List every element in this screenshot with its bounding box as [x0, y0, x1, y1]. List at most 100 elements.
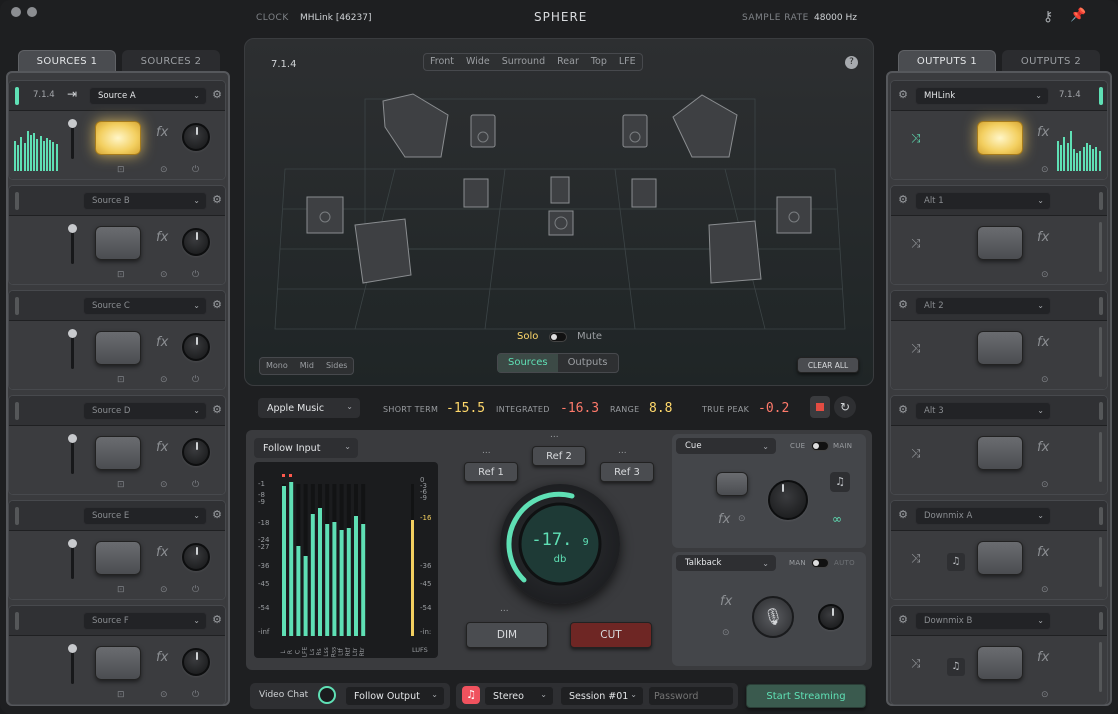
- record-button[interactable]: [810, 396, 830, 418]
- output-volume-slider[interactable]: [1099, 432, 1102, 482]
- power-icon[interactable]: ⏻: [192, 375, 199, 385]
- password-field[interactable]: [648, 686, 734, 706]
- power-icon[interactable]: ⏻: [192, 270, 199, 280]
- source-gain-knob[interactable]: [182, 123, 210, 151]
- clock-value[interactable]: MHLink [46237]: [300, 13, 371, 23]
- source-select[interactable]: Source B ⌄: [83, 192, 207, 210]
- power-icon[interactable]: ⏻: [192, 480, 199, 490]
- man-auto-toggle[interactable]: [811, 558, 829, 568]
- crossfade-icon[interactable]: ⤨: [911, 341, 921, 356]
- output-active-indicator[interactable]: [1099, 402, 1103, 420]
- lock-icon[interactable]: ⊡: [117, 165, 125, 175]
- output-fx-label[interactable]: fx: [1037, 125, 1049, 140]
- solo-mute-toggle[interactable]: [549, 332, 567, 342]
- output-pad-button[interactable]: [977, 226, 1023, 260]
- source-active-indicator[interactable]: [15, 297, 19, 315]
- tab-sources-2[interactable]: SOURCES 2: [122, 50, 220, 72]
- output-pad-button[interactable]: [977, 331, 1023, 365]
- crossfade-icon[interactable]: ⤨: [911, 236, 921, 251]
- output-active-indicator[interactable]: [1099, 507, 1103, 525]
- output-pad-button[interactable]: [977, 646, 1023, 680]
- cue-pad-button[interactable]: [716, 472, 748, 496]
- input-icon[interactable]: ⇥: [67, 87, 77, 101]
- session-select[interactable]: Session #01 ⌄: [560, 686, 644, 706]
- gear-icon[interactable]: ⚙: [897, 299, 909, 311]
- mode-sides[interactable]: Sides: [320, 358, 353, 374]
- tab-outputs-1[interactable]: OUTPUTS 1: [898, 50, 996, 72]
- settings-icon[interactable]: ⊙: [160, 165, 168, 175]
- gear-icon[interactable]: ⚙: [211, 509, 223, 521]
- source-active-indicator[interactable]: [15, 507, 19, 525]
- mode-mono[interactable]: Mono: [260, 358, 294, 374]
- output-active-indicator[interactable]: [1099, 612, 1103, 630]
- gear-icon[interactable]: ⚙: [211, 404, 223, 416]
- output-pad-button[interactable]: [977, 436, 1023, 470]
- source-volume-fader[interactable]: [68, 224, 77, 264]
- output-fx-label[interactable]: fx: [1037, 545, 1049, 560]
- source-volume-fader[interactable]: [68, 644, 77, 684]
- output-select[interactable]: Alt 1 ⌄: [915, 192, 1051, 210]
- crossfade-icon[interactable]: ⤨: [911, 656, 921, 671]
- lock-icon[interactable]: ⊡: [117, 375, 125, 385]
- gear-icon[interactable]: ⚙: [897, 614, 909, 626]
- settings-icon[interactable]: ⊙: [160, 270, 168, 280]
- help-icon[interactable]: ?: [845, 56, 858, 69]
- source-fx-label[interactable]: fx: [156, 440, 168, 455]
- ref-3-button[interactable]: Ref 3: [600, 462, 654, 482]
- link-icon[interactable]: ∞: [832, 512, 842, 526]
- source-volume-fader[interactable]: [68, 434, 77, 474]
- source-gain-knob[interactable]: [182, 543, 210, 571]
- output-active-indicator[interactable]: [1099, 87, 1103, 105]
- settings-icon[interactable]: ⊙: [1041, 165, 1049, 175]
- source-pad-button[interactable]: [95, 226, 141, 260]
- crossfade-icon[interactable]: ⤨: [911, 446, 921, 461]
- source-active-indicator[interactable]: [15, 192, 19, 210]
- view-top[interactable]: Top: [585, 54, 613, 70]
- lock-icon[interactable]: ⊡: [117, 585, 125, 595]
- source-gain-knob[interactable]: [182, 333, 210, 361]
- lock-icon[interactable]: ⊡: [117, 270, 125, 280]
- source-gain-knob[interactable]: [182, 228, 210, 256]
- clear-all-button[interactable]: CLEAR ALL: [797, 357, 859, 373]
- output-fx-label[interactable]: fx: [1037, 230, 1049, 245]
- source-pad-button[interactable]: [95, 121, 141, 155]
- source-volume-fader[interactable]: [68, 329, 77, 369]
- gear-icon[interactable]: ⚙: [211, 614, 223, 626]
- source-pad-button[interactable]: [95, 541, 141, 575]
- output-volume-slider[interactable]: [1099, 327, 1102, 377]
- source-select[interactable]: Source E ⌄: [83, 507, 207, 525]
- source-fx-label[interactable]: fx: [156, 650, 168, 665]
- crossfade-icon[interactable]: ⤨: [911, 551, 921, 566]
- view-wide[interactable]: Wide: [460, 54, 496, 70]
- ref-1-button[interactable]: Ref 1: [464, 462, 518, 482]
- music-note-icon[interactable]: ♫: [830, 472, 850, 492]
- volume-dial[interactable]: -17. 9 db: [500, 484, 620, 604]
- cue-select[interactable]: Cue ⌄: [676, 438, 776, 454]
- gear-icon[interactable]: ⚙: [211, 299, 223, 311]
- mode-mid[interactable]: Mid: [294, 358, 320, 374]
- lock-icon[interactable]: ⊡: [117, 480, 125, 490]
- crossfade-icon[interactable]: ⤨: [911, 131, 921, 146]
- stereo-select[interactable]: Stereo ⌄: [484, 686, 554, 706]
- output-select[interactable]: MHLink ⌄: [915, 87, 1049, 105]
- source-select[interactable]: Source D ⌄: [83, 402, 207, 420]
- sample-rate-value[interactable]: 48000 Hz: [814, 13, 857, 23]
- dim-button[interactable]: DIM: [466, 622, 548, 648]
- ref-2-button[interactable]: Ref 2: [532, 446, 586, 466]
- cue-main-toggle[interactable]: [811, 441, 829, 451]
- output-pad-button[interactable]: [977, 121, 1023, 155]
- talkback-fx-label[interactable]: fx: [720, 594, 732, 609]
- source-fx-label[interactable]: fx: [156, 545, 168, 560]
- reset-icon[interactable]: ↻: [834, 396, 856, 418]
- close-window-button[interactable]: [11, 7, 21, 17]
- output-select[interactable]: Alt 3 ⌄: [915, 402, 1051, 420]
- output-fx-label[interactable]: fx: [1037, 335, 1049, 350]
- output-fx-label[interactable]: fx: [1037, 440, 1049, 455]
- cue-settings-icon[interactable]: ⊙: [738, 514, 746, 524]
- output-select[interactable]: Alt 2 ⌄: [915, 297, 1051, 315]
- source-volume-fader[interactable]: [68, 119, 77, 159]
- follow-input-select[interactable]: Follow Input ⌄: [254, 438, 358, 458]
- source-gain-knob[interactable]: [182, 438, 210, 466]
- talkback-settings-icon[interactable]: ⊙: [722, 628, 730, 638]
- source-fx-label[interactable]: fx: [156, 335, 168, 350]
